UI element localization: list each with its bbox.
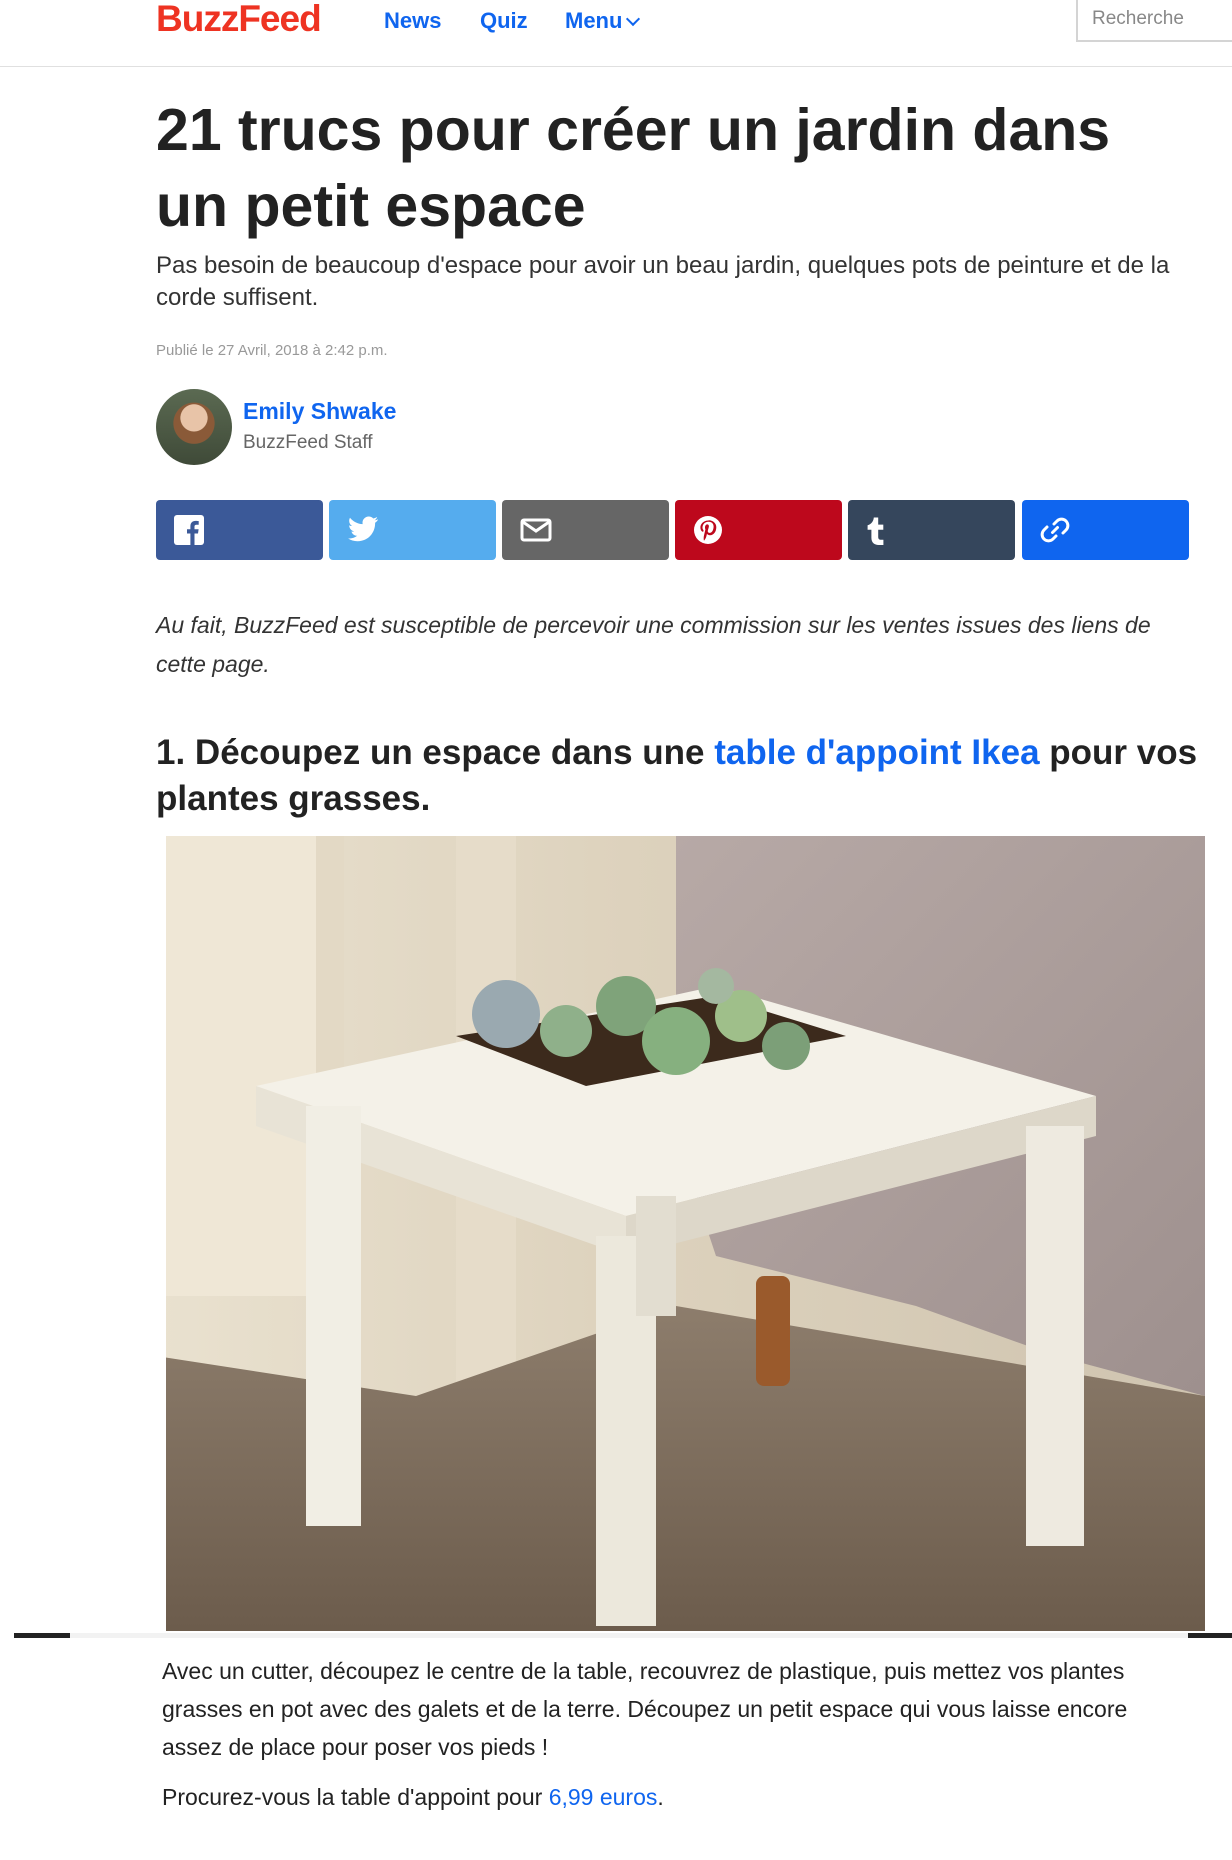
image-scroll-fill xyxy=(70,1633,1188,1638)
item-image[interactable] xyxy=(156,836,1205,1631)
pinterest-icon xyxy=(694,516,722,544)
nav-news[interactable]: News xyxy=(384,6,441,36)
link-icon xyxy=(1040,517,1070,543)
tumblr-icon xyxy=(867,517,884,545)
image-left-edge xyxy=(156,836,166,1631)
share-email-button[interactable] xyxy=(502,500,669,560)
site-header: BuzzFeed News Quiz Menu Recherche xyxy=(0,0,1232,67)
facebook-icon xyxy=(174,515,204,545)
article-dek: Pas besoin de beaucoup d'espace pour avo… xyxy=(156,252,1170,311)
buzzfeed-logo[interactable]: BuzzFeed xyxy=(156,0,322,38)
item-heading: 1. Découpez un espace dans une table d'a… xyxy=(156,730,1216,822)
share-tumblr-button[interactable] xyxy=(848,500,1015,560)
author-name[interactable]: Emily Shwake xyxy=(243,398,396,425)
author-role: BuzzFeed Staff xyxy=(243,432,373,453)
search-input[interactable]: Recherche xyxy=(1076,0,1232,42)
item-caption: Avec un cutter, découpez le centre de la… xyxy=(162,1658,1128,1760)
nav-menu[interactable]: Menu xyxy=(565,6,641,36)
price-link[interactable]: 6,99 euros xyxy=(549,1784,658,1810)
nav-quiz[interactable]: Quiz xyxy=(480,6,528,36)
share-bar xyxy=(156,500,1189,560)
ikea-table-link[interactable]: table d'appoint Ikea xyxy=(714,733,1039,772)
email-icon xyxy=(520,518,552,542)
price-suffix: . xyxy=(657,1784,664,1810)
share-copy-link-button[interactable] xyxy=(1022,500,1189,560)
publish-timestamp: Publié le 27 Avril, 2018 à 2:42 p.m. xyxy=(156,342,388,359)
item-price-line: Procurez-vous la table d'appoint pour 6,… xyxy=(162,1778,1182,1816)
avatar[interactable] xyxy=(156,389,232,465)
price-prefix: Procurez-vous la table d'appoint pour xyxy=(162,1784,549,1810)
share-twitter-button[interactable] xyxy=(329,500,496,560)
twitter-icon xyxy=(348,516,379,542)
share-pinterest-button[interactable] xyxy=(675,500,842,560)
page-title: 21 trucs pour créer un jardin dans un pe… xyxy=(156,97,1111,239)
share-facebook-button[interactable] xyxy=(156,500,323,560)
side-table-photo xyxy=(156,836,1205,1631)
item-heading-prefix: 1. Découpez un espace dans une xyxy=(156,733,715,772)
affiliate-disclaimer: Au fait, BuzzFeed est susceptible de per… xyxy=(156,612,1151,677)
nav-menu-label: Menu xyxy=(565,8,623,33)
chevron-down-icon xyxy=(626,11,641,27)
